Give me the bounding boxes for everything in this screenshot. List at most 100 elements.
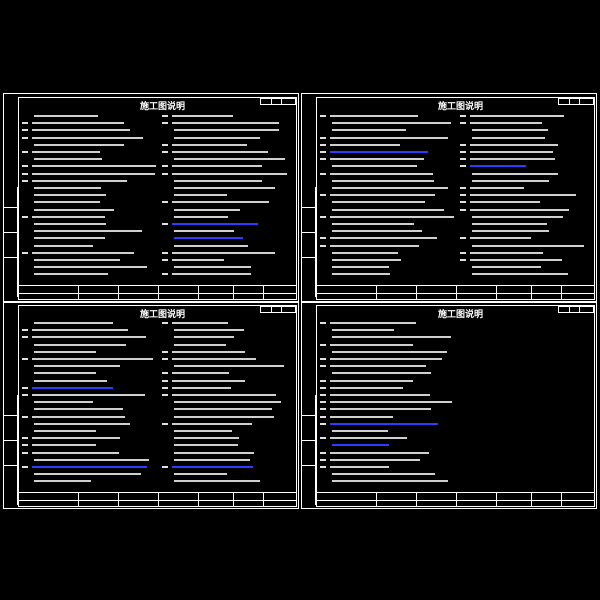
text-line [332, 266, 389, 269]
text-line [330, 237, 437, 240]
sheet-4-title: 施工图说明 [438, 310, 484, 320]
text-line [470, 201, 540, 204]
clause-number [320, 451, 326, 454]
clause-number [162, 350, 168, 353]
clause-number [320, 322, 326, 324]
sheet-3-title: 施工图说明 [140, 310, 186, 320]
text-line [332, 129, 406, 132]
clause-number [320, 422, 326, 425]
text-line [34, 266, 147, 269]
clause-number [22, 437, 28, 440]
text-line [174, 437, 239, 440]
clause-number [460, 143, 466, 146]
text-line [172, 122, 279, 125]
text-line [32, 151, 100, 153]
text-line [34, 143, 124, 146]
text-line [330, 365, 426, 368]
text-line [332, 473, 435, 476]
text-line [174, 158, 285, 161]
sheet-2-text-column-left [320, 115, 460, 285]
text-line [472, 230, 549, 233]
clause-number [162, 201, 168, 204]
text-line [330, 422, 438, 425]
clause-number [320, 466, 326, 468]
text-line [330, 172, 433, 175]
text-line [34, 350, 96, 353]
sheet-1-title: 施工图说明 [140, 102, 186, 112]
text-line [34, 158, 102, 161]
text-line [34, 259, 120, 261]
sheet-2-sidebar [302, 187, 316, 297]
text-line [172, 466, 253, 468]
text-line [330, 415, 393, 418]
clause-number [162, 115, 168, 117]
text-line [330, 143, 400, 146]
text-line [472, 215, 563, 218]
text-line [172, 115, 233, 117]
sheet-4-text-column-left [320, 322, 460, 492]
text-line [34, 273, 108, 276]
clause-number [22, 415, 28, 418]
sheet-4-sidebar [302, 395, 316, 505]
clause-number [22, 151, 28, 153]
text-line [332, 251, 398, 254]
sheet-1-sidebar [4, 187, 18, 297]
text-line [332, 230, 422, 233]
text-line [472, 223, 547, 225]
text-line [172, 273, 251, 276]
text-line [172, 322, 228, 324]
clause-number [22, 386, 28, 389]
text-line [34, 422, 130, 425]
text-line [32, 329, 128, 332]
text-line [330, 215, 454, 218]
clause-number [22, 251, 28, 254]
text-line [330, 394, 430, 396]
clause-number [320, 215, 326, 218]
sheet-4-title-block [316, 492, 595, 506]
clause-number [460, 122, 466, 125]
text-line [472, 273, 568, 276]
text-line [172, 172, 287, 175]
text-line [174, 179, 262, 182]
text-line [174, 473, 227, 476]
text-line [34, 322, 113, 324]
clause-number [320, 237, 326, 240]
text-line [174, 129, 279, 132]
text-line [34, 237, 105, 240]
clause-number [460, 158, 466, 161]
text-line [34, 201, 100, 204]
text-line [330, 437, 407, 440]
text-line [332, 444, 389, 447]
clause-number [320, 158, 326, 161]
text-line [32, 129, 130, 132]
clause-number [162, 251, 168, 254]
text-line [34, 401, 93, 404]
text-line [330, 343, 413, 346]
text-line [332, 480, 448, 483]
clause-number [162, 394, 168, 396]
text-line [32, 437, 120, 440]
text-line [332, 165, 417, 168]
text-line [172, 358, 256, 360]
text-line [34, 473, 141, 476]
text-line [174, 336, 234, 339]
text-line [172, 251, 275, 254]
text-line [172, 379, 245, 382]
clause-number [22, 129, 28, 132]
clause-number [460, 165, 466, 168]
text-line [34, 408, 123, 411]
text-line [32, 251, 134, 254]
text-line [332, 208, 444, 211]
text-line [330, 401, 452, 404]
text-line [174, 401, 281, 404]
text-line [470, 158, 555, 161]
text-line [332, 336, 451, 339]
text-line [174, 208, 240, 211]
text-line [470, 143, 558, 146]
clause-number [320, 394, 326, 396]
text-line [174, 408, 272, 411]
clause-number [460, 187, 466, 189]
text-line [174, 136, 260, 139]
text-line [332, 372, 431, 375]
text-line [470, 115, 564, 117]
